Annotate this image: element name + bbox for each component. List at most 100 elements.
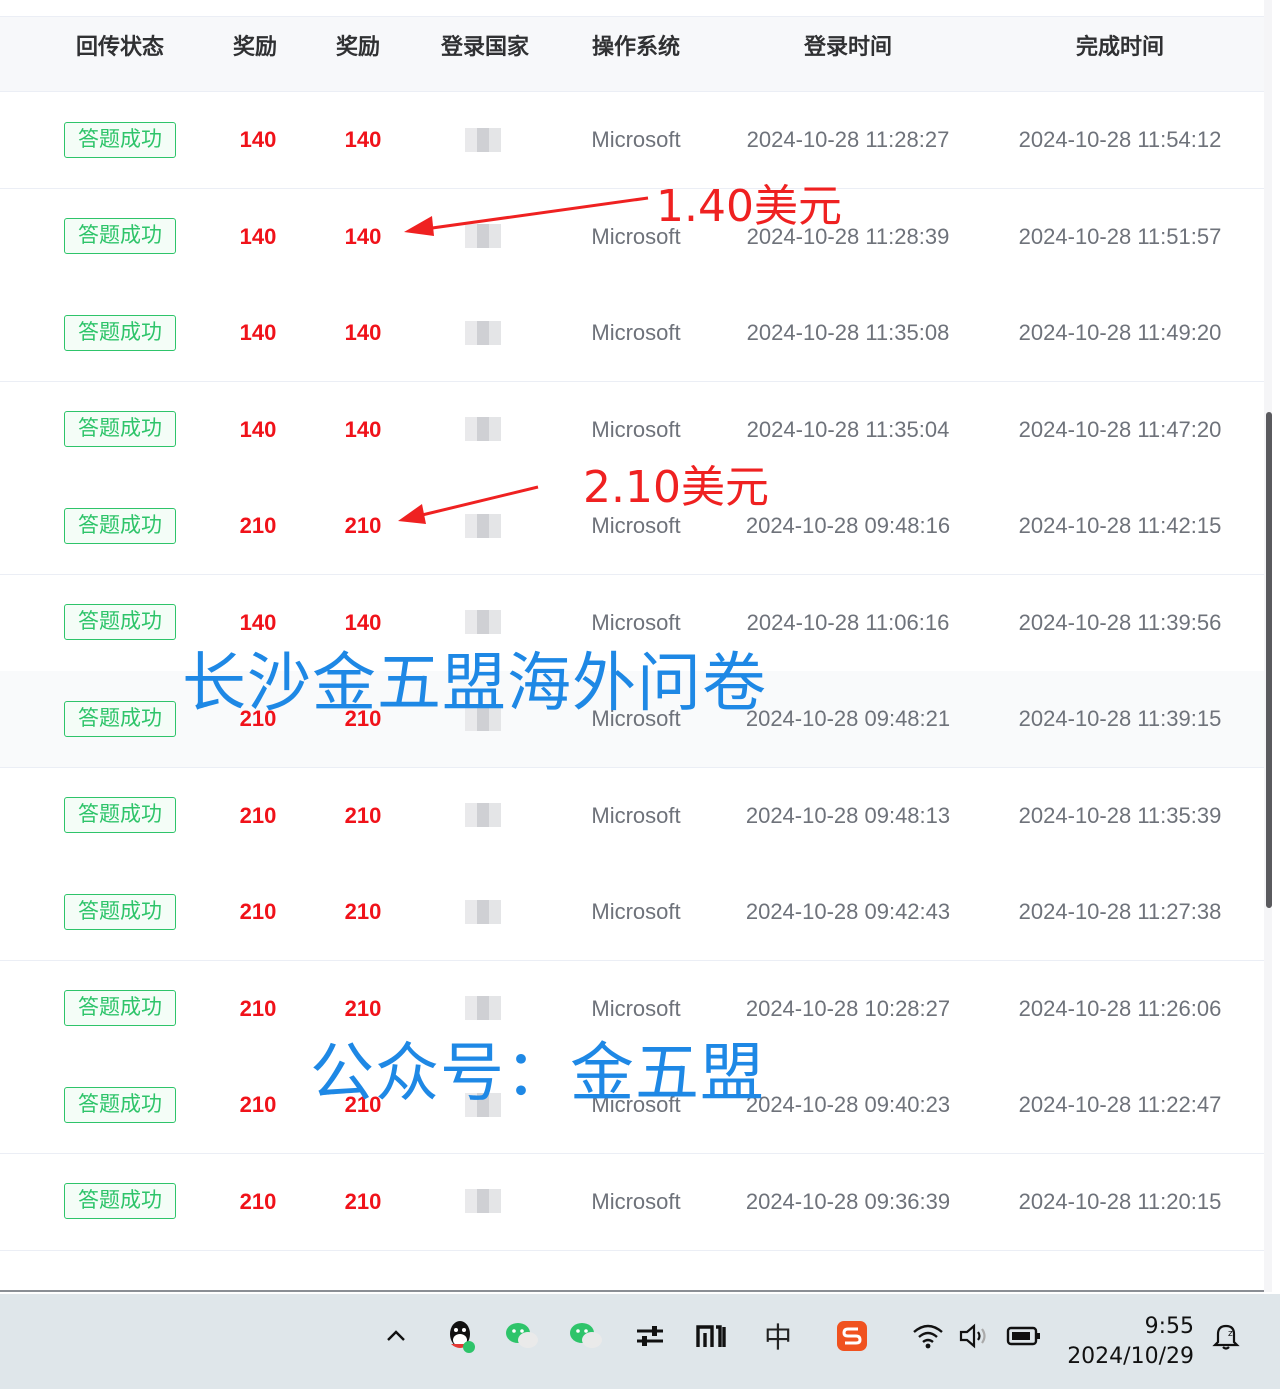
reward-value: 210 — [239, 802, 277, 828]
header-login-time[interactable]: 登录时间 — [740, 17, 956, 91]
reward-value-cell: 210 — [205, 864, 311, 960]
status-tag-cell: 答题成功 — [45, 189, 195, 285]
header-login-country[interactable]: 登录国家 — [420, 17, 550, 91]
header-reward-1[interactable]: 奖励 — [205, 17, 305, 91]
status-tag-cell: 答题成功 — [45, 961, 195, 1057]
finish-time-value: 2024-10-28 11:22:47 — [1018, 1092, 1222, 1117]
finish-time-value: 2024-10-28 11:54:12 — [1018, 127, 1222, 152]
chevron-up-icon[interactable] — [376, 1316, 416, 1356]
reward-value-cell: 210 — [205, 478, 311, 574]
ime-icon[interactable]: 中 — [758, 1316, 798, 1356]
reward-value-cell: 210 — [310, 1154, 416, 1250]
finish-time-value-cell: 2024-10-28 11:20:15 — [1012, 1154, 1228, 1250]
country-flag — [465, 1189, 501, 1214]
table-row[interactable]: 答题成功 210 210 Microsoft 2024-10-28 09:36:39 20… — [0, 1153, 1272, 1251]
status-tag: 答题成功 — [64, 411, 176, 448]
country-flag-cell — [420, 189, 546, 285]
country-flag — [465, 996, 501, 1021]
reward-value-cell: 140 — [205, 189, 311, 285]
login-time-value-cell: 2024-10-28 11:06:16 — [740, 575, 956, 671]
os-value: Microsoft — [591, 899, 681, 924]
settings-toggle-icon[interactable] — [630, 1316, 670, 1356]
reward-value-cell: 140 — [205, 382, 311, 478]
reward-value: 140 — [239, 609, 277, 635]
reward-value: 210 — [344, 802, 382, 828]
finish-time-value: 2024-10-28 11:26:06 — [1018, 995, 1222, 1021]
country-flag — [465, 127, 501, 152]
finish-time-value-cell: 2024-10-28 11:27:38 — [1012, 864, 1228, 960]
os-value: Microsoft — [591, 320, 681, 345]
country-flag-cell — [420, 478, 546, 574]
reward-value-cell: 210 — [310, 768, 416, 864]
login-time-value: 2024-10-28 09:36:39 — [745, 1188, 951, 1214]
finish-time-value-cell: 2024-10-28 11:35:39 — [1012, 768, 1228, 864]
sogou-icon[interactable] — [832, 1316, 872, 1356]
scrollbar-thumb[interactable] — [1266, 412, 1272, 908]
os-value: Microsoft — [591, 609, 681, 635]
status-tag-cell: 答题成功 — [45, 382, 195, 478]
system-clock[interactable]: 9:55 2024/10/29 — [1067, 1312, 1194, 1372]
finish-time-value-cell: 2024-10-28 11:47:20 — [1012, 382, 1228, 478]
login-time-value-cell: 2024-10-28 09:48:13 — [740, 768, 956, 864]
country-flag-cell — [420, 92, 546, 188]
finish-time-value-cell: 2024-10-28 11:26:06 — [1012, 961, 1228, 1057]
country-flag — [465, 513, 501, 538]
os-value-cell: Microsoft — [566, 285, 706, 381]
os-value: Microsoft — [591, 1188, 681, 1214]
header-finish-time[interactable]: 完成时间 — [1012, 17, 1228, 91]
wifi-icon[interactable] — [908, 1316, 948, 1356]
login-time-value: 2024-10-28 09:42:43 — [745, 899, 951, 924]
table-row[interactable]: 答题成功 140 140 Microsoft 2024-10-28 11:28:27 20… — [0, 92, 1272, 189]
volume-icon[interactable] — [954, 1316, 994, 1356]
battery-icon[interactable] — [1004, 1316, 1044, 1356]
status-tag: 答题成功 — [64, 1086, 176, 1123]
wechat-icon[interactable] — [502, 1316, 542, 1356]
reward-value: 140 — [239, 416, 277, 442]
table-row[interactable]: 答题成功 210 210 Microsoft 2024-10-28 09:48:13 20… — [0, 767, 1272, 865]
clock-time: 9:55 — [1144, 1314, 1194, 1339]
mi-icon[interactable] — [692, 1316, 732, 1356]
login-time-value-cell: 2024-10-28 09:42:43 — [740, 864, 956, 960]
wechat-icon[interactable] — [566, 1316, 606, 1356]
reward-value: 140 — [239, 320, 277, 345]
country-flag-cell — [420, 864, 546, 960]
finish-time-value: 2024-10-28 11:49:20 — [1018, 320, 1222, 345]
reward-value-cell: 210 — [205, 1154, 311, 1250]
os-value-cell: Microsoft — [566, 864, 706, 960]
reward-value-cell: 140 — [310, 382, 416, 478]
login-time-value: 2024-10-28 09:48:16 — [745, 513, 951, 538]
reward-value: 140 — [344, 609, 382, 635]
os-value: Microsoft — [591, 513, 681, 538]
header-os[interactable]: 操作系统 — [566, 17, 706, 91]
reward-value: 140 — [344, 416, 382, 442]
finish-time-value: 2024-10-28 11:39:15 — [1018, 706, 1222, 731]
reward-value: 210 — [239, 1092, 277, 1117]
scrollbar-track[interactable] — [1264, 0, 1272, 1292]
login-time-value: 2024-10-28 10:28:27 — [745, 995, 951, 1021]
status-tag-cell: 答题成功 — [45, 1057, 195, 1153]
login-time-value-cell: 2024-10-28 09:36:39 — [740, 1154, 956, 1250]
qq-icon[interactable] — [440, 1316, 480, 1356]
os-value: Microsoft — [591, 802, 681, 828]
reward-value-cell: 210 — [205, 961, 311, 1057]
reward-value: 210 — [239, 899, 277, 924]
reward-value-cell: 140 — [310, 285, 416, 381]
table-row[interactable]: 答题成功 140 140 Microsoft 2024-10-28 11:28:39 20… — [0, 188, 1272, 286]
header-callback-status[interactable]: 回传状态 — [45, 17, 195, 91]
os-value-cell: Microsoft — [566, 1154, 706, 1250]
status-tag: 答题成功 — [64, 507, 176, 544]
login-time-value: 2024-10-28 11:06:16 — [746, 609, 950, 635]
annotation-2-10-usd: 2.10美元 — [583, 462, 769, 513]
table-header: 回传状态 奖励 奖励 登录国家 操作系统 登录时间 完成时间 — [0, 17, 1272, 92]
finish-time-value-cell: 2024-10-28 11:42:15 — [1012, 478, 1228, 574]
table-row[interactable]: 答题成功 210 210 Microsoft 2024-10-28 09:42:43 20… — [0, 864, 1272, 961]
status-tag-cell: 答题成功 — [45, 478, 195, 574]
login-time-value-cell: 2024-10-28 09:40:23 — [740, 1057, 956, 1153]
reward-value: 210 — [344, 995, 382, 1021]
header-reward-2[interactable]: 奖励 — [308, 17, 408, 91]
notification-bell-icon[interactable]: z — [1206, 1316, 1246, 1356]
table-row[interactable]: 答题成功 140 140 Microsoft 2024-10-28 11:35:08 20… — [0, 285, 1272, 382]
status-tag-cell: 答题成功 — [45, 768, 195, 864]
finish-time-value-cell: 2024-10-28 11:39:56 — [1012, 575, 1228, 671]
login-time-value-cell: 2024-10-28 09:48:16 — [740, 478, 956, 574]
